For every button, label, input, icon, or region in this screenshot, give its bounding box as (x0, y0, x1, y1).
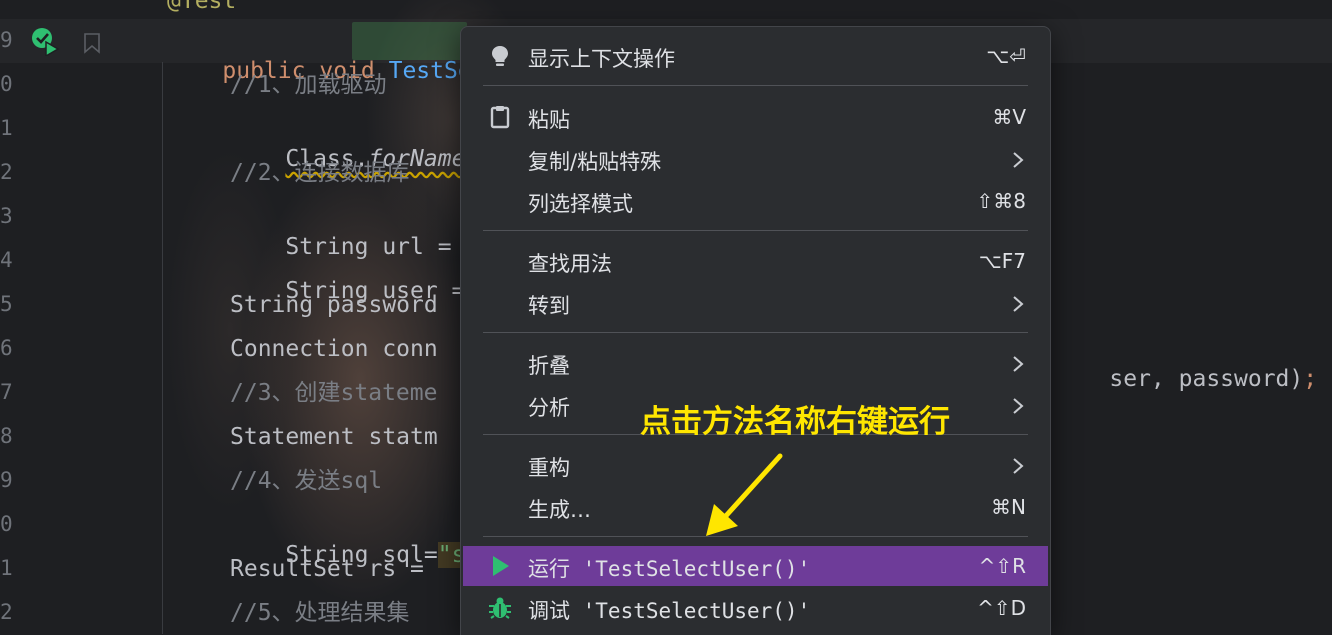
chevron-right-icon (1013, 296, 1024, 312)
line-number: 1 (0, 556, 13, 580)
menu-item-label: 重构 (528, 456, 570, 480)
bulb-icon (492, 46, 508, 66)
line-number: 6 (0, 336, 13, 360)
code-comment: //2、连接数据库 (230, 160, 410, 186)
menu-item-run[interactable]: 运行 'TestSelectUser()' ^⇧R (463, 546, 1048, 586)
editor-gutter: 9 0 1 2 3 4 5 6 7 8 9 0 1 2 (0, 0, 110, 634)
menu-item-label: 查找用法 (528, 252, 612, 276)
code-semicolon: ; (1303, 366, 1318, 392)
shortcut-label: ⇧⌘8 (976, 189, 1026, 213)
bug-icon (489, 597, 511, 619)
menu-item-column-selection-mode[interactable]: 列选择模式 ⇧⌘8 (463, 181, 1048, 221)
run-test-gutter-icon[interactable] (30, 26, 60, 56)
menu-separator (483, 85, 1028, 86)
code-annotation: @Test (167, 0, 237, 14)
line-number: 0 (0, 72, 13, 96)
menu-item-find-usages[interactable]: 查找用法 ⌥F7 (463, 241, 1048, 281)
line-number: 9 (0, 468, 13, 492)
indent-guide (162, 62, 163, 634)
chevron-right-icon (1013, 458, 1024, 474)
code-line: ResultSet rs = (230, 556, 438, 582)
menu-item-label: 分析 (528, 396, 570, 420)
code-text: ser, password) (1109, 366, 1304, 392)
play-icon (493, 556, 509, 576)
menu-separator (483, 332, 1028, 333)
chevron-right-icon (1013, 356, 1024, 372)
menu-item-label: 列选择模式 (528, 192, 633, 216)
shortcut-label: ^⇧R (978, 554, 1026, 578)
chevron-right-icon (1013, 152, 1024, 168)
code-line: String password (230, 292, 438, 318)
menu-item-label: 显示上下文操作 (528, 47, 675, 71)
menu-item-label: 生成… (528, 498, 591, 522)
shortcut-label: ⌘N (991, 495, 1026, 519)
annotation-callout: 点击方法名称右键运行 (640, 404, 950, 440)
line-number: 8 (0, 424, 13, 448)
line-number: 9 (0, 28, 13, 52)
menu-item-fold[interactable]: 折叠 (463, 343, 1048, 383)
menu-item-show-context-actions[interactable]: 显示上下文操作 ⌥⏎ (463, 36, 1048, 76)
menu-item-label: 转到 (528, 294, 570, 318)
menu-item-label: 复制/粘贴特殊 (528, 150, 662, 174)
code-comment: //3、创建stateme (230, 380, 438, 406)
code-line: Statement statm (230, 424, 438, 450)
menu-separator (483, 230, 1028, 231)
menu-item-label: 运行 'TestSelectUser()' (528, 557, 811, 581)
line-number: 5 (0, 292, 13, 316)
shortcut-label: ⌥F7 (978, 249, 1026, 273)
code-line-tail: ser, password); (1054, 334, 1317, 424)
menu-item-debug[interactable]: 调试 'TestSelectUser()' ^⇧D (463, 588, 1048, 628)
code-comment: //4、发送sql (230, 468, 383, 494)
menu-item-paste[interactable]: 粘贴 ⌘V (463, 97, 1048, 137)
menu-item-goto[interactable]: 转到 (463, 283, 1048, 323)
bookmark-icon[interactable] (82, 32, 102, 54)
code-comment: //5、处理结果集 (230, 600, 410, 626)
shortcut-label: ⌘V (992, 105, 1026, 129)
code-line: Connection conn (230, 336, 438, 362)
menu-item-label: 调试 'TestSelectUser()' (528, 599, 811, 623)
clipboard-icon (490, 106, 510, 129)
code-comment: //1、加载驱动 (230, 72, 387, 98)
line-number: 1 (0, 116, 13, 140)
shortcut-label: ⌥⏎ (986, 44, 1026, 68)
menu-item-label: 粘贴 (528, 108, 570, 132)
arrow-annotation-icon (706, 453, 783, 536)
editor-context-menu: 显示上下文操作 ⌥⏎ 粘贴 ⌘V 复制/粘贴特殊 列选择模式 ⇧⌘8 查找用法 … (460, 26, 1051, 635)
line-number: 3 (0, 204, 13, 228)
line-number: 7 (0, 380, 13, 404)
line-number: 2 (0, 600, 13, 624)
menu-item-label: 折叠 (528, 354, 570, 378)
line-number: 4 (0, 248, 13, 272)
line-number: 0 (0, 512, 13, 536)
menu-item-copy-paste-special[interactable]: 复制/粘贴特殊 (463, 139, 1048, 179)
line-number: 2 (0, 160, 13, 184)
shortcut-label: ^⇧D (977, 596, 1026, 620)
chevron-right-icon (1013, 398, 1024, 414)
